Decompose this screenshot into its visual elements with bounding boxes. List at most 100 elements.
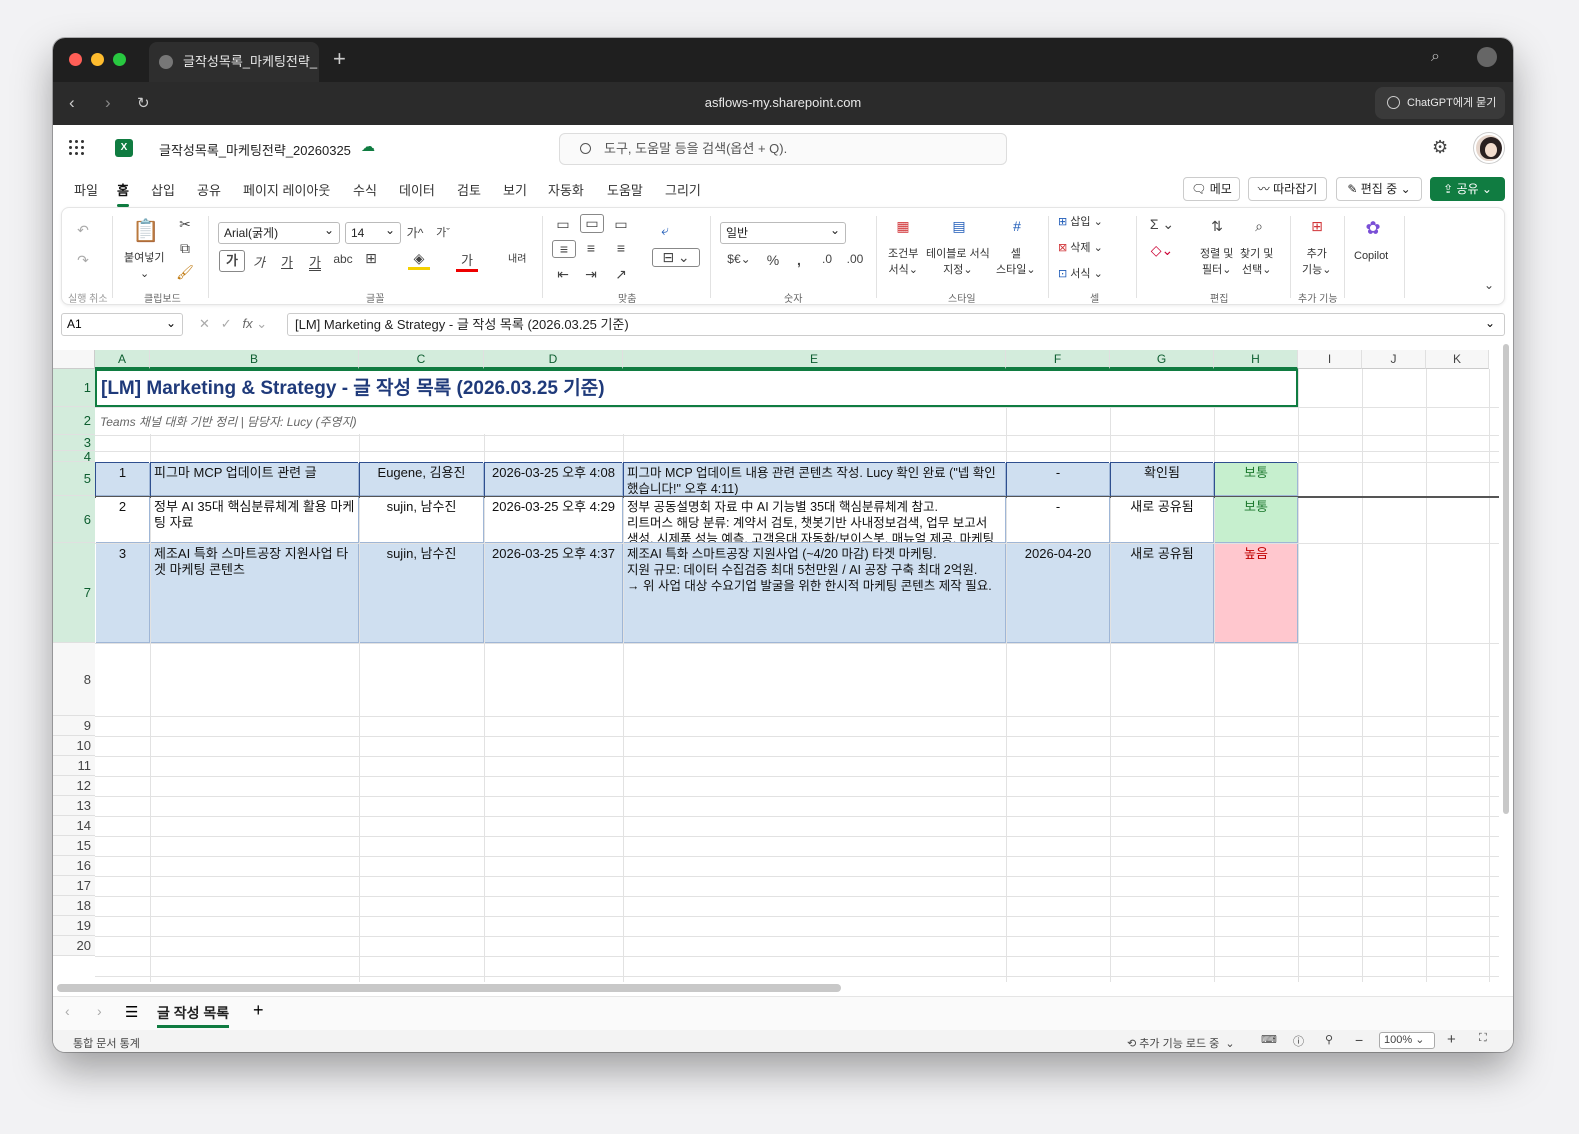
align-right-icon[interactable]: ≡ [610, 240, 632, 256]
tab-automate[interactable]: 자동화 [548, 180, 584, 199]
row-header-12[interactable]: 12 [53, 776, 95, 796]
align-left-icon[interactable]: ≡ [552, 240, 576, 258]
find-select-icon[interactable]: ⌕ [1248, 218, 1270, 235]
prev-sheet-icon[interactable]: ‹ [65, 1003, 70, 1019]
keyboard-icon[interactable]: ⌨ [1261, 1033, 1277, 1046]
row-header-15[interactable]: 15 [53, 836, 95, 856]
table-cell-requested_at[interactable]: 2026-03-25 오후 4:08 [485, 463, 623, 496]
font-name-select[interactable]: Arial(굵게) [218, 220, 340, 244]
row-header-5[interactable]: 5 [53, 462, 95, 496]
fill-color-icon[interactable]: ◈ [408, 250, 430, 270]
increase-font-icon[interactable]: 가^ [404, 224, 426, 241]
help-icon[interactable]: ⓘ [1293, 1033, 1304, 1049]
table-cell-topic[interactable]: 피그마 MCP 업데이트 관련 글 [151, 463, 359, 496]
row-header-16[interactable]: 16 [53, 856, 95, 876]
align-middle-icon[interactable]: ▭ [580, 214, 604, 233]
copilot-icon[interactable]: ✿ [1362, 218, 1384, 239]
sort-filter-icon[interactable]: ⇅ [1206, 218, 1228, 235]
format-as-table-button[interactable]: 테이블로 서식 지정⌄ [926, 246, 990, 278]
orientation-icon[interactable]: ↗ [610, 266, 632, 283]
table-cell-priority[interactable]: 높음 [1215, 544, 1298, 643]
cut-icon[interactable]: ✂ [174, 216, 196, 233]
double-underline-button[interactable]: 가 [304, 252, 326, 271]
column-header-b[interactable]: B [150, 350, 359, 369]
column-header-d[interactable]: D [484, 350, 623, 369]
insert-cells-button[interactable]: ⊞ 삽입 ⌄ [1058, 214, 1103, 230]
table-cell-topic[interactable]: 정부 AI 35대 핵심분류체계 활용 마케팅 자료 [151, 497, 359, 543]
table-cell-status[interactable]: 새로 공유됨 [1111, 544, 1214, 643]
column-header-e[interactable]: E [623, 350, 1006, 369]
table-cell-priority[interactable]: 보통 [1215, 497, 1298, 543]
table-cell-detail[interactable]: 정부 공동설명회 자료 中 AI 기능별 35대 핵심분류체계 참고. 리트머스… [624, 497, 1006, 543]
column-header-k[interactable]: K [1426, 350, 1489, 369]
tab-insert[interactable]: 삽입 [151, 180, 175, 199]
profile-icon[interactable] [1477, 47, 1497, 67]
format-as-table-icon[interactable]: ▤ [948, 218, 970, 235]
align-bottom-icon[interactable]: ▭ [610, 216, 632, 233]
sheet-tab[interactable]: 글 작성 목록 [157, 1003, 230, 1028]
table-cell-requester[interactable]: sujin, 남수진 [360, 544, 484, 643]
paste-dropdown-icon[interactable]: ⌄ [140, 266, 149, 282]
tab-home[interactable]: 홈 [117, 180, 129, 207]
row-header-1[interactable]: 1 [53, 369, 95, 407]
catchup-button[interactable]: 〰 따라잡기 [1248, 177, 1327, 201]
formula-input[interactable]: [LM] Marketing & Strategy - 글 작성 목록 (202… [287, 313, 1505, 336]
italic-button[interactable]: 가 [248, 252, 270, 271]
tab-data[interactable]: 데이터 [399, 180, 435, 199]
font-color-icon[interactable]: 가 [456, 250, 478, 272]
format-painter-icon[interactable]: 🖌 [174, 264, 196, 281]
column-header-c[interactable]: C [359, 350, 484, 369]
font-size-select[interactable]: 14 [345, 220, 401, 244]
wrap-icon[interactable]: ⤶ [654, 222, 676, 239]
ribbon-expand-icon[interactable]: ⌄ [1478, 278, 1500, 292]
find-select-button[interactable]: 찾기 및 선택⌄ [1240, 246, 1273, 278]
clear-icon[interactable]: ◇⌄ [1146, 242, 1178, 259]
table-cell-requested_at[interactable]: 2026-03-25 오후 4:37 [485, 544, 623, 643]
horizontal-scrollbar[interactable] [57, 984, 841, 992]
merge-center-icon[interactable]: ⊟ ⌄ [652, 248, 700, 267]
cell-styles-icon[interactable]: # [1006, 218, 1028, 234]
app-launcher-icon[interactable] [69, 140, 85, 156]
percent-icon[interactable]: % [762, 252, 784, 268]
decrease-decimal-icon[interactable]: .00 [844, 252, 866, 266]
zoom-window-button[interactable] [113, 53, 126, 66]
addin-loading-status[interactable]: ⟲ 추가 기능 로드 중 ⌄ [1127, 1035, 1235, 1051]
tab-formulas[interactable]: 수식 [353, 180, 377, 199]
align-top-icon[interactable]: ▭ [552, 216, 574, 233]
add-sheet-button[interactable]: + [253, 1000, 264, 1021]
autosum-icon[interactable]: Σ ⌄ [1146, 216, 1178, 233]
row-header-8[interactable]: 8 [53, 643, 95, 716]
column-header-a[interactable]: A [95, 350, 150, 369]
table-cell-detail[interactable]: 피그마 MCP 업데이트 내용 관련 콘텐츠 작성. Lucy 확인 완료 ("… [624, 463, 1006, 496]
column-header-i[interactable]: I [1298, 350, 1362, 369]
underline-button[interactable]: 가 [276, 252, 298, 271]
decrease-font-icon[interactable]: 가ˇ [432, 224, 454, 240]
search-tabs-icon[interactable]: ⌕ [1431, 48, 1440, 66]
copilot-button[interactable]: Copilot [1354, 248, 1388, 264]
formula-expand-icon[interactable]: ⌄ [1485, 316, 1495, 330]
align-center-icon[interactable]: ≡ [580, 240, 602, 256]
wrap-text-button[interactable]: 내려 [508, 252, 526, 268]
column-header-f[interactable]: F [1006, 350, 1110, 369]
spreadsheet-grid[interactable]: A B C D E F G H I J K 1 2 3 4 5 6 7 8 9 10 11 12 13 14 15 16 17 18 19… [53, 350, 1499, 982]
redo-icon[interactable]: ↷ [72, 252, 94, 269]
column-header-h[interactable]: H [1214, 350, 1298, 369]
table-cell-due[interactable]: - [1007, 463, 1110, 496]
zoom-in-button[interactable]: + [1447, 1031, 1456, 1048]
format-cells-button[interactable]: ⊡ 서식 ⌄ [1058, 266, 1103, 282]
workbook-stats[interactable]: 통합 문서 통계 [73, 1035, 140, 1051]
currency-icon[interactable]: $€⌄ [722, 252, 756, 266]
borders-icon[interactable]: ⊞ [360, 250, 382, 267]
sheet-title-cell[interactable]: [LM] Marketing & Strategy - 글 작성 목록 (202… [95, 369, 1298, 407]
tab-draw[interactable]: 그리기 [665, 180, 701, 199]
row-header-2[interactable]: 2 [53, 407, 95, 435]
table-cell-status[interactable]: 새로 공유됨 [1111, 497, 1214, 543]
addins-button[interactable]: 추가 기능⌄ [1302, 246, 1331, 278]
browser-tab[interactable]: 글작성목록_마케팅전략_ [149, 42, 319, 82]
conditional-format-icon[interactable]: ▦ [892, 218, 914, 235]
table-cell-no[interactable]: 3 [96, 544, 150, 643]
bold-button[interactable]: 가 [219, 250, 245, 272]
accessibility-icon[interactable]: ⚲ [1325, 1033, 1333, 1046]
decrease-indent-icon[interactable]: ⇤ [552, 266, 574, 283]
memo-button[interactable]: 🗨 메모 [1183, 177, 1240, 201]
